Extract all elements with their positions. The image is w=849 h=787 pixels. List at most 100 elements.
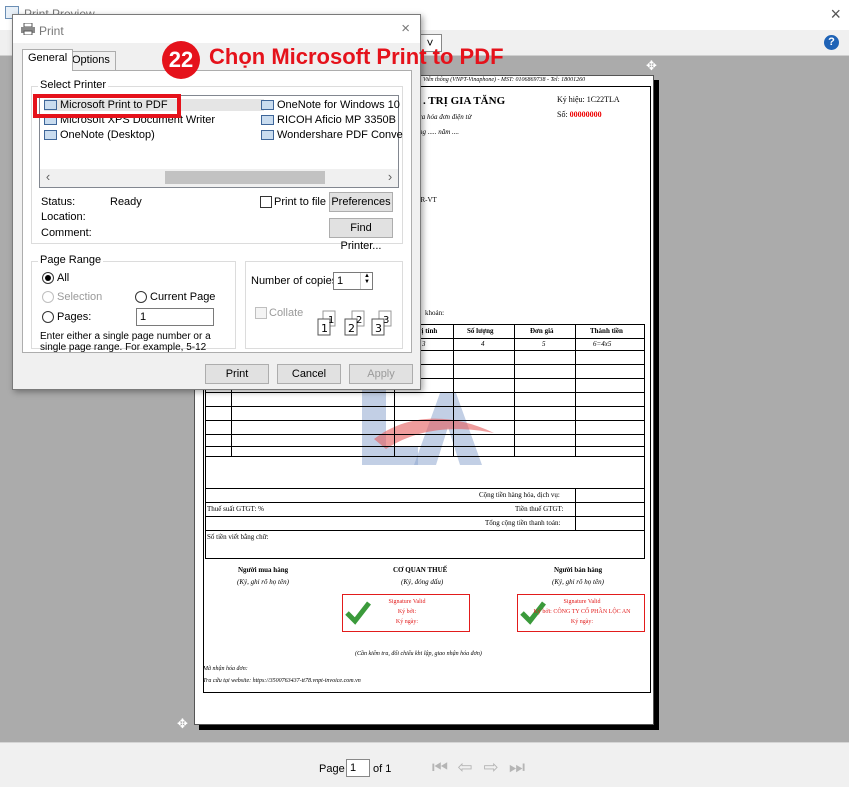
check-note: (Cần kiểm tra, đối chiếu khi lập, giao n…: [355, 651, 482, 657]
printer-list-scrollbar[interactable]: ‹ ›: [40, 169, 398, 187]
invoice-name: . TRỊ GIA TĂNG: [423, 95, 506, 107]
printer-item-onenote-desktop[interactable]: OneNote (Desktop): [44, 129, 155, 141]
page-number-input[interactable]: [346, 759, 370, 777]
totals-line: [205, 558, 645, 559]
invoice-number-value: 00000000: [569, 110, 602, 119]
find-printer-button[interactable]: Find Printer...: [329, 218, 393, 252]
copies-spinner[interactable]: ▲ ▼: [360, 273, 373, 289]
vat-rate-label: Thuế suất GTGT: %: [207, 505, 264, 513]
signer-buyer-title: Người mua hàng: [238, 566, 289, 574]
selection-radio[interactable]: [42, 291, 54, 303]
sig-signed-by: Ký bởi:: [397, 609, 417, 615]
dialog-titlebar: Print ×: [13, 15, 420, 43]
signer-tax-title: CƠ QUAN THUẾ: [393, 566, 448, 574]
scroll-thumb[interactable]: [165, 171, 325, 184]
last-page-icon[interactable]: ⏭: [507, 757, 527, 777]
svg-text:2: 2: [356, 315, 362, 326]
tab-options[interactable]: Options: [66, 51, 116, 70]
pages-label: Pages:: [57, 311, 92, 323]
copies-label: Number of copies:: [251, 275, 341, 287]
totals-border: [205, 457, 206, 558]
range-help-text: Enter either a single page number or a s…: [40, 331, 211, 353]
collate-label: Collate: [269, 307, 304, 319]
print-button[interactable]: Print: [205, 364, 269, 384]
col-index: 5: [542, 340, 546, 348]
cancel-button[interactable]: Cancel: [277, 364, 341, 384]
highlight-box: [33, 94, 181, 118]
table-row-line: [205, 446, 645, 447]
close-icon[interactable]: ×: [401, 20, 410, 37]
col-header-price: Đơn giá: [530, 327, 554, 335]
close-icon[interactable]: ×: [830, 4, 841, 25]
collate-pages-icon: 11 22 33: [317, 310, 392, 336]
dialog-title: Print: [39, 24, 64, 38]
print-dialog: Print × General Options Select Printer M…: [12, 14, 421, 390]
apply-button[interactable]: Apply: [349, 364, 413, 384]
help-icon[interactable]: ?: [824, 35, 839, 50]
print-to-file-label: Print to file: [274, 196, 326, 208]
signature-box-seller: Signature Valid Ký bởi: CÔNG TY CỔ PHẦN …: [517, 594, 645, 632]
sig-signed-date: Ký ngày:: [395, 619, 419, 625]
next-page-icon[interactable]: ⇨: [481, 757, 501, 777]
printer-item-wondershare[interactable]: Wondershare PDF Conve: [261, 129, 403, 141]
printer-name: OneNote (Desktop): [60, 129, 155, 141]
prev-page-icon[interactable]: ⇦: [455, 757, 475, 777]
col-index: 4: [481, 340, 485, 348]
scroll-right-icon[interactable]: ›: [382, 169, 398, 184]
lookup-code: Mã nhận hóa đơn:: [203, 666, 248, 672]
page-range-label: Page Range: [38, 254, 104, 266]
signer-tax-note: (Ký, đóng dấu): [401, 578, 444, 586]
svg-text:3: 3: [375, 322, 382, 335]
printer-name: Wondershare PDF Conve: [277, 129, 403, 141]
totals-border: [644, 457, 645, 558]
table-col-line: [453, 324, 454, 457]
table-col-line: [575, 324, 576, 457]
pages-radio[interactable]: [42, 311, 54, 323]
table-col-line: [514, 324, 515, 457]
printer-item-ricoh[interactable]: RICOH Aficio MP 3350B: [261, 114, 396, 126]
invoice-header-line: Viễn thông (VNPT-Vinaphone) - MST: 01068…: [423, 77, 586, 83]
sig-valid-text: Signature Valid: [563, 599, 601, 605]
invoice-number: Số: 00000000: [557, 110, 602, 119]
vat-amount-label: Tiền thuế GTGT:: [515, 505, 564, 513]
totals-border: [575, 488, 576, 530]
page-count: of 1: [373, 763, 392, 775]
invoice-payment: khoản:: [425, 309, 445, 317]
sig-signed-by: Ký bởi: CÔNG TY CỔ PHẦN LỘC AN: [533, 609, 631, 615]
resize-handle-icon[interactable]: ✥: [177, 716, 188, 732]
preferences-button[interactable]: Preferences: [329, 192, 393, 212]
totals-line: [205, 502, 645, 503]
comment-label: Comment:: [41, 227, 92, 239]
grand-total-label: Tổng cộng tiền thanh toán:: [485, 519, 561, 527]
lookup-site: Tra cứu tại website: https://3500763437-…: [203, 678, 361, 684]
invoice-number-label: Số:: [557, 110, 568, 119]
collate-checkbox[interactable]: [255, 307, 267, 319]
print-to-file-checkbox[interactable]: [260, 196, 272, 208]
svg-text:1: 1: [321, 322, 328, 335]
preview-statusbar: Page of 1 ⏮ ⇦ ⇨ ⏭: [0, 742, 849, 787]
svg-text:1: 1: [328, 315, 334, 326]
select-printer-label: Select Printer: [38, 79, 109, 91]
signer-seller-note: (Ký, ghi rõ họ tên): [552, 578, 604, 586]
col-index: 6=4x5: [593, 340, 612, 348]
printer-item-onenote-win10[interactable]: OneNote for Windows 10: [261, 99, 400, 111]
all-radio[interactable]: [42, 272, 54, 284]
svg-text:3: 3: [383, 315, 389, 326]
invoice-date: ng ..... năm ....: [419, 128, 460, 136]
tab-general[interactable]: General: [22, 49, 74, 71]
resize-handle-icon[interactable]: ✥: [646, 58, 657, 74]
col-index: 3: [422, 340, 426, 348]
printer-name: RICOH Aficio MP 3350B: [277, 114, 397, 126]
first-page-icon[interactable]: ⏮: [430, 757, 450, 777]
current-page-radio[interactable]: [135, 291, 147, 303]
scroll-left-icon[interactable]: ‹: [40, 169, 56, 184]
sig-valid-text: Signature Valid: [388, 599, 426, 605]
pages-input[interactable]: [136, 308, 214, 326]
printer-icon: [44, 130, 57, 140]
step-instruction: Chọn Microsoft Print to PDF: [209, 44, 504, 69]
invoice-ky-hieu: Ký hiệu: 1C22TLA: [557, 95, 620, 104]
totals-line: [205, 488, 645, 489]
printer-icon: [261, 130, 274, 140]
all-label: All: [57, 272, 70, 284]
invoice-subtitle: ra hóa đơn điện tử: [419, 113, 472, 121]
